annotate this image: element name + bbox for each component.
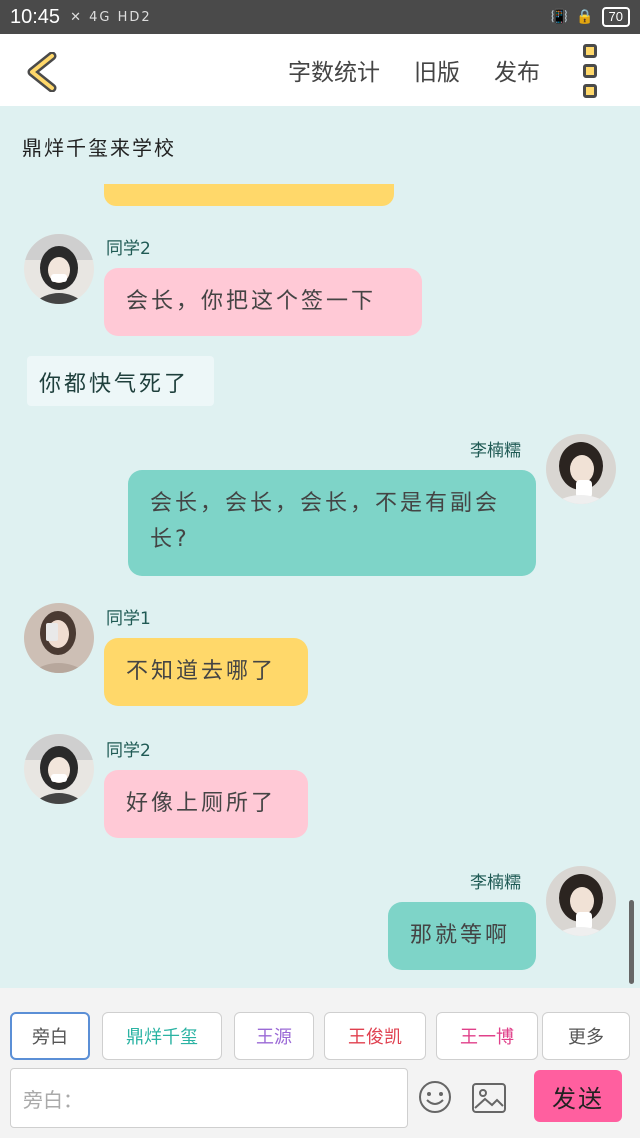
status-right: 📳 🔒 70 xyxy=(551,7,630,27)
chip-more[interactable]: 更多 xyxy=(542,1012,630,1060)
sender-name: 同学1 xyxy=(106,609,151,629)
avatar[interactable] xyxy=(24,603,94,673)
image-icon[interactable] xyxy=(472,1083,506,1113)
avatar[interactable] xyxy=(546,866,616,936)
top-bar: 字数统计 旧版 发布 xyxy=(0,34,640,106)
network-indicators: ✕ 4G HD2 xyxy=(70,9,152,25)
character-chips: 旁白 鼎烊千玺 王源 王俊凯 王一博 更多 xyxy=(0,1012,640,1060)
sender-name: 同学2 xyxy=(106,239,151,259)
chip-character[interactable]: 鼎烊千玺 xyxy=(102,1012,222,1060)
composer: 旁白 鼎烊千玺 王源 王俊凯 王一博 更多 旁白： 发送 xyxy=(0,988,640,1138)
more-menu-icon[interactable] xyxy=(580,44,600,98)
emoji-icon[interactable] xyxy=(418,1080,452,1114)
avatar[interactable] xyxy=(24,234,94,304)
chip-character[interactable]: 王一博 xyxy=(436,1012,538,1060)
battery-indicator: 70 xyxy=(601,7,630,27)
chip-narrator[interactable]: 旁白 xyxy=(10,1012,90,1060)
more-dot xyxy=(583,64,597,78)
chip-character[interactable]: 王源 xyxy=(234,1012,314,1060)
scrollbar[interactable] xyxy=(629,900,634,984)
more-dot xyxy=(583,44,597,58)
message-input[interactable]: 旁白： xyxy=(10,1068,408,1128)
narration-header: 鼎烊千玺来学校 xyxy=(22,136,176,160)
sender-name: 李楠糯 xyxy=(470,873,521,893)
status-bar: 10:45 ✕ 4G HD2 📳 🔒 70 xyxy=(0,0,640,34)
avatar[interactable] xyxy=(24,734,94,804)
vibrate-icon: 📳 xyxy=(550,9,569,25)
narration-message[interactable]: 你都快气死了 xyxy=(27,356,214,406)
publish-button[interactable]: 发布 xyxy=(494,53,540,87)
old-version-button[interactable]: 旧版 xyxy=(414,53,460,87)
word-count-button[interactable]: 字数统计 xyxy=(288,53,380,87)
more-dot xyxy=(583,84,597,98)
avatar[interactable] xyxy=(546,434,616,504)
chip-character[interactable]: 王俊凯 xyxy=(324,1012,426,1060)
back-arrow-icon[interactable] xyxy=(26,52,58,92)
status-time: 10:45 xyxy=(10,5,61,28)
message-bubble[interactable]: 会长，你把这个签一下 xyxy=(104,268,422,336)
message-bubble-partial xyxy=(104,184,394,206)
top-actions: 字数统计 旧版 发布 xyxy=(288,34,540,106)
sender-name: 同学2 xyxy=(106,741,151,761)
message-bubble[interactable]: 会长，会长，会长，不是有副会长? xyxy=(128,470,536,576)
lock-rotation-icon: 🔒 xyxy=(576,9,594,25)
send-button[interactable]: 发送 xyxy=(534,1070,622,1122)
chat-area[interactable]: 鼎烊千玺来学校 同学2 会长，你把这个签一下 你都快气死了 李楠糯 会长，会长，… xyxy=(0,106,640,988)
message-bubble[interactable]: 好像上厕所了 xyxy=(104,770,308,838)
message-bubble[interactable]: 不知道去哪了 xyxy=(104,638,308,706)
message-bubble[interactable]: 那就等啊 xyxy=(388,902,536,970)
sender-name: 李楠糯 xyxy=(470,441,521,461)
